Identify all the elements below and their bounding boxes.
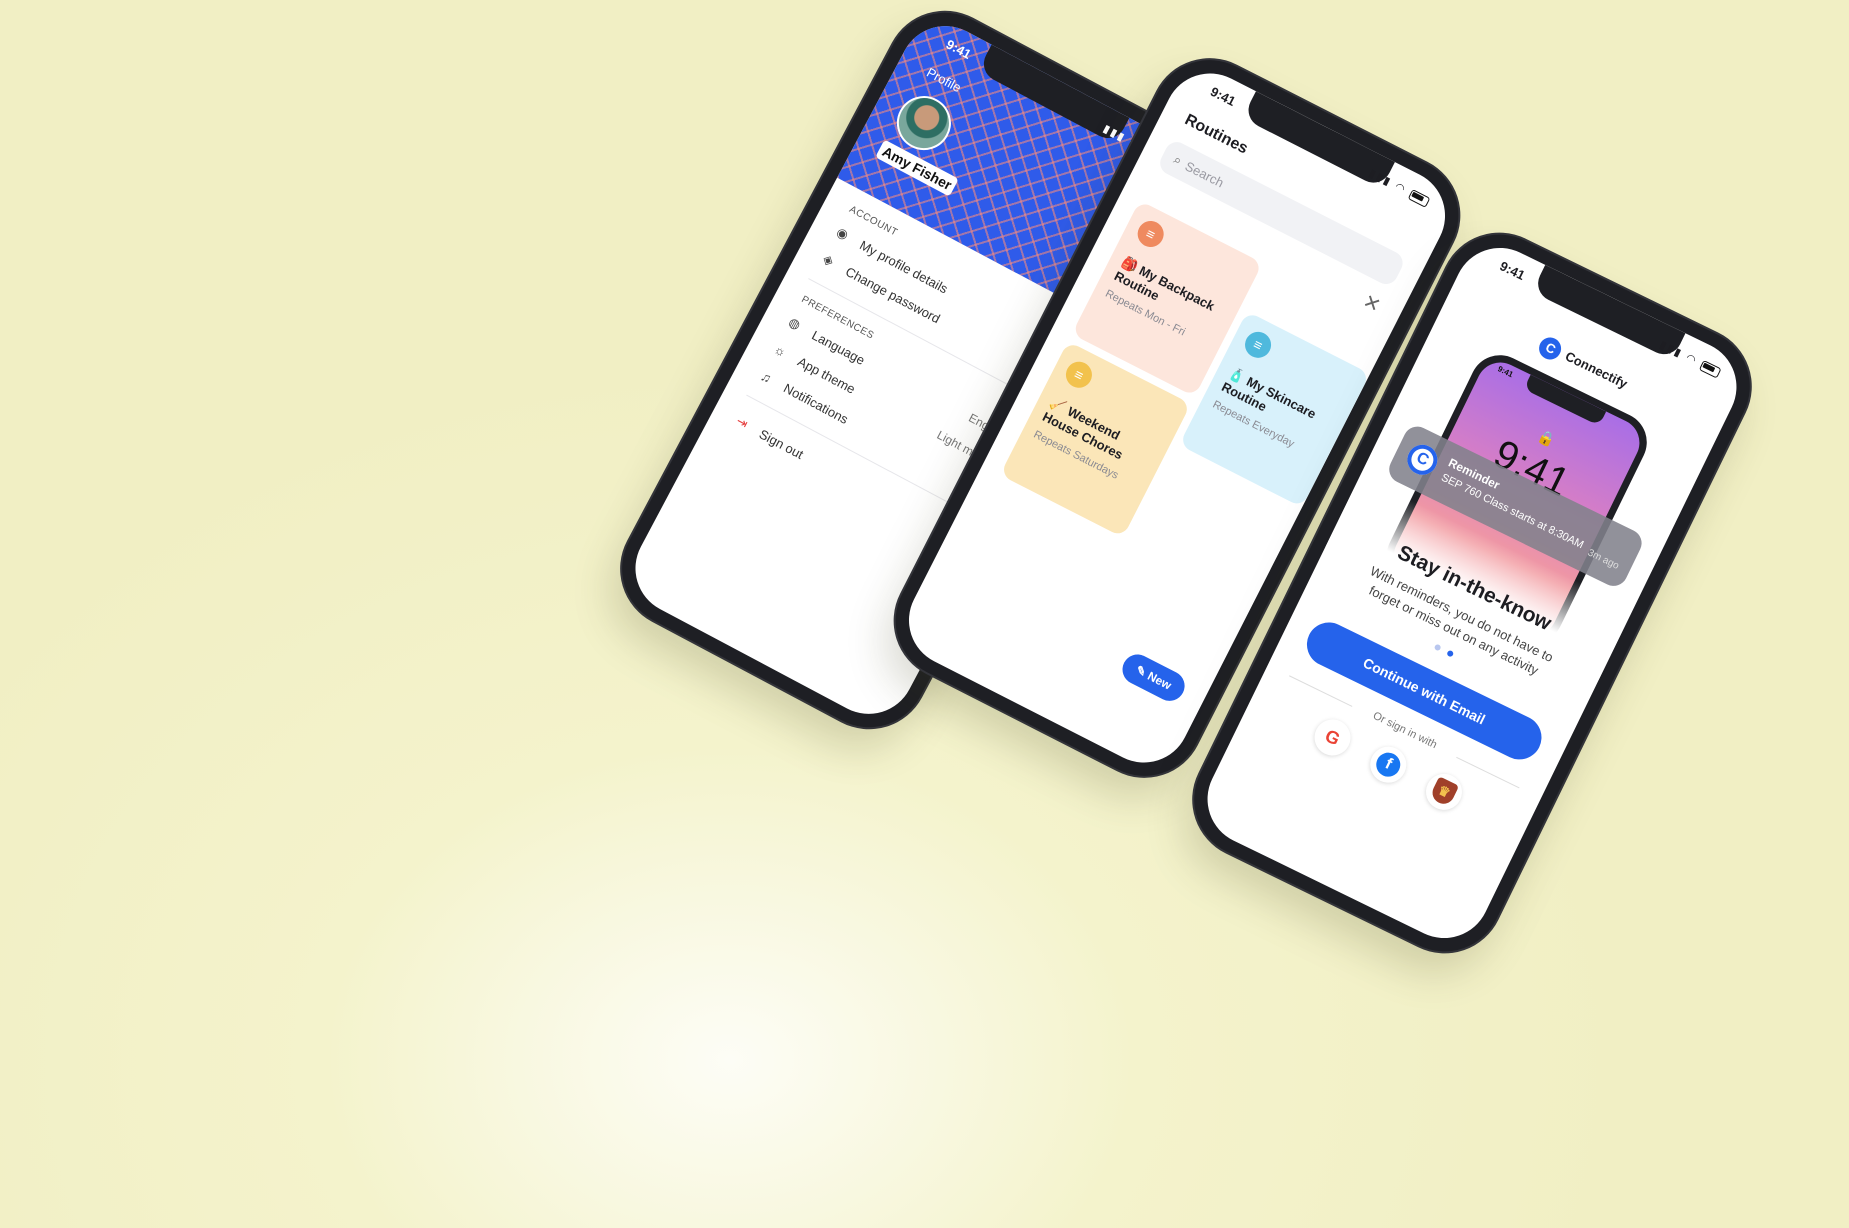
- user-circle-icon: ◉: [834, 224, 852, 243]
- battery-icon: [1407, 188, 1431, 208]
- page-dot-active[interactable]: [1446, 649, 1455, 658]
- google-icon[interactable]: G: [1308, 713, 1357, 762]
- globe-icon: ◍: [786, 314, 804, 333]
- notification-time: 3m ago: [1585, 547, 1621, 572]
- status-icons: ▮▮▮ ◠: [1367, 166, 1432, 208]
- new-routine-button[interactable]: ✎ New: [1117, 649, 1190, 707]
- school-crest-icon[interactable]: ♛: [1419, 767, 1469, 816]
- connectify-logo-icon: C: [1402, 439, 1443, 480]
- search-placeholder: Search: [1182, 157, 1227, 191]
- close-icon[interactable]: ✕: [1359, 289, 1385, 319]
- sun-icon: ☼: [771, 340, 790, 360]
- brand-name: Connectify: [1562, 348, 1630, 392]
- header-title: Profile: [924, 64, 964, 96]
- status-time: 9:41: [1208, 83, 1239, 109]
- battery-icon: [1698, 359, 1722, 379]
- facebook-icon[interactable]: f: [1364, 740, 1413, 789]
- page-dot[interactable]: [1433, 643, 1442, 652]
- status-time: 9:41: [1497, 258, 1528, 284]
- illustration-status-time: 9:41: [1496, 364, 1515, 380]
- search-icon: ⌕: [1171, 151, 1185, 169]
- connectify-logo-icon: C: [1535, 333, 1566, 364]
- shield-icon: ◈: [820, 250, 837, 269]
- row-label: Sign out: [756, 425, 807, 462]
- status-icons: ▮▮▮ ◠: [1658, 338, 1723, 379]
- new-label: New: [1145, 668, 1174, 693]
- list-icon: ≡: [1133, 216, 1169, 252]
- list-icon: ≡: [1240, 327, 1276, 363]
- list-icon: ≡: [1061, 357, 1097, 393]
- bell-icon: ♫: [758, 367, 775, 386]
- sign-out-icon: ⇥: [733, 413, 751, 432]
